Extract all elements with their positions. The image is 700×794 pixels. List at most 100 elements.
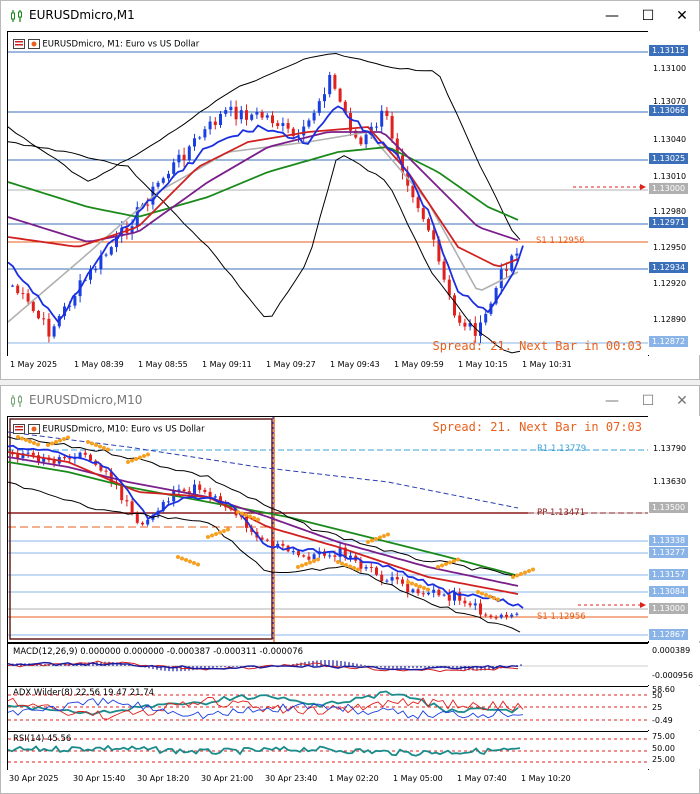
parabolic-sar-dot	[382, 534, 386, 538]
price-label: 1.13100	[653, 64, 687, 73]
pp-pivot-label: PP 1.13471	[537, 508, 586, 518]
candle-body	[68, 458, 72, 460]
chart-window-icon	[11, 395, 22, 407]
candle-body	[328, 75, 332, 95]
candle-body	[120, 484, 124, 501]
price-label: 1.12920	[653, 279, 687, 288]
chart-header-text: EURUSDmicro, M10: Euro vs US Dollar	[42, 424, 205, 435]
candle-body	[52, 326, 56, 337]
maximize-button[interactable]: ☐	[634, 389, 662, 413]
price-chart-m10[interactable]: EURUSDmicro, M10: Euro vs US Dollar Spre…	[7, 416, 649, 643]
parabolic-sar-dot	[180, 556, 184, 561]
minimize-button[interactable]: —	[598, 4, 626, 28]
close-button[interactable]: ✕	[668, 389, 696, 413]
parabolic-sar-dot	[511, 575, 515, 579]
price-tag: 1.13277	[649, 547, 689, 558]
candle-body	[427, 592, 430, 595]
parabolic-sar-dot	[58, 438, 62, 443]
parabolic-sar-dot	[312, 559, 316, 563]
time-label: 1 May 08:39	[74, 360, 124, 369]
candle-body	[359, 137, 363, 145]
candle-body	[177, 154, 181, 163]
rsi-line	[8, 744, 521, 757]
parabolic-sar-dot	[308, 560, 312, 565]
candle-body	[297, 551, 300, 556]
candle-body	[427, 219, 430, 231]
candle-body	[349, 555, 352, 558]
price-chart-m1[interactable]: EURUSDmicro, M1: Euro vs US Dollar Sprea…	[7, 31, 649, 357]
candle-body	[208, 121, 212, 130]
parabolic-sar-dot	[410, 581, 414, 586]
parabolic-sar-dot	[28, 439, 32, 444]
parabolic-sar-dot	[406, 580, 410, 584]
parabolic-sar-dot	[256, 517, 260, 522]
chart-window-m10[interactable]: EURUSDmicro,M10 — ☐ ✕ EURUSDmicro, M10: …	[0, 385, 700, 794]
time-label: 1 May 2025	[10, 360, 58, 369]
spread-status: Spread: 21. Next Bar in 00:03	[432, 339, 642, 353]
minimize-button[interactable]: —	[598, 389, 626, 413]
candle-body	[31, 452, 35, 456]
parabolic-sar-dot	[300, 563, 304, 568]
rsi-canvas	[8, 738, 648, 763]
candle-body	[193, 138, 196, 147]
chart-header: EURUSDmicro, M1: Euro vs US Dollar	[13, 39, 199, 50]
price-axis-m10[interactable]: 1.13790 1.13630 1.13500 1.13338 1.13277 …	[648, 416, 700, 641]
macd-pane[interactable]: MACD(12,26,9) 0.000000 0.000000 -0.00038…	[7, 643, 649, 687]
candle-body	[421, 208, 425, 220]
adx-pane[interactable]: ADX Wilder(8) 22.56 19.47 21.74	[7, 686, 649, 732]
time-label: 1 May 02:20	[329, 774, 379, 783]
parabolic-sar-dot	[480, 591, 484, 596]
candle-body	[499, 269, 503, 289]
candle-body	[484, 614, 488, 616]
candle-body	[63, 457, 66, 459]
close-button[interactable]: ✕	[668, 4, 696, 28]
candle-body	[239, 110, 243, 120]
parabolic-sar-dot	[344, 563, 348, 567]
parabolic-sar-dot	[210, 533, 214, 538]
candle-body	[245, 110, 248, 120]
chart-header: EURUSDmicro, M10: Euro vs US Dollar	[13, 424, 205, 435]
window-titlebar[interactable]: EURUSDmicro,M10 — ☐ ✕	[1, 386, 699, 416]
parabolic-sar-dot	[90, 441, 94, 446]
candle-body	[182, 154, 186, 161]
adx-axis: 58.60 50 25 -0.49	[648, 685, 700, 730]
candle-body	[89, 454, 92, 461]
candle-body	[187, 146, 191, 161]
price-label: 1.13790	[653, 444, 687, 453]
candle-body	[224, 110, 228, 114]
candle-body	[411, 589, 415, 593]
candle-body	[271, 115, 274, 124]
parabolic-sar-dot	[46, 443, 50, 447]
parabolic-sar-dot	[531, 567, 535, 572]
spread-status: Spread: 21. Next Bar in 07:03	[432, 420, 642, 434]
parabolic-sar-dot	[316, 557, 320, 562]
parabolic-sar-dot	[32, 441, 36, 445]
time-axis-m1[interactable]: 1 May 2025 1 May 08:39 1 May 08:55 1 May…	[7, 356, 699, 378]
candle-body	[390, 577, 394, 581]
price-tag: 1.13025	[649, 153, 689, 164]
time-axis-m10[interactable]: 30 Apr 2025 30 Apr 15:40 30 Apr 18:20 30…	[7, 770, 699, 792]
time-label: 1 May 09:11	[202, 360, 252, 369]
candle-body	[432, 589, 436, 593]
maximize-button[interactable]: ☐	[634, 4, 662, 28]
price-axis-m1[interactable]: 1.13100 1.13070 1.13040 1.13010 1.12980 …	[648, 31, 700, 355]
candle-body	[94, 269, 98, 271]
bid-marker-arrow	[640, 602, 646, 608]
candle-body	[260, 111, 264, 118]
price-tag: 1.13000	[649, 603, 689, 614]
price-label: 1.13630	[653, 477, 687, 486]
chart-window-m1[interactable]: EURUSDmicro,M1 — ☐ ✕ EURUSDmicro, M1: Eu…	[0, 0, 700, 380]
candle-body	[473, 603, 477, 606]
adx-scale-label: 25	[652, 703, 663, 712]
candle-body	[265, 115, 269, 118]
macd-label: MACD(12,26,9) 0.000000 0.000000 -0.00038…	[13, 647, 304, 657]
parabolic-sar-dot	[484, 593, 488, 597]
candle-body	[385, 580, 389, 582]
time-label: 1 May 10:31	[522, 360, 572, 369]
rsi-pane[interactable]: RSI(14) 45.56	[7, 731, 649, 771]
candle-body	[375, 567, 378, 575]
window-titlebar[interactable]: EURUSDmicro,M1 — ☐ ✕	[1, 1, 699, 31]
price-label: 1.12980	[653, 207, 687, 216]
candle-body	[364, 567, 368, 569]
parabolic-sar-dot	[456, 557, 460, 562]
